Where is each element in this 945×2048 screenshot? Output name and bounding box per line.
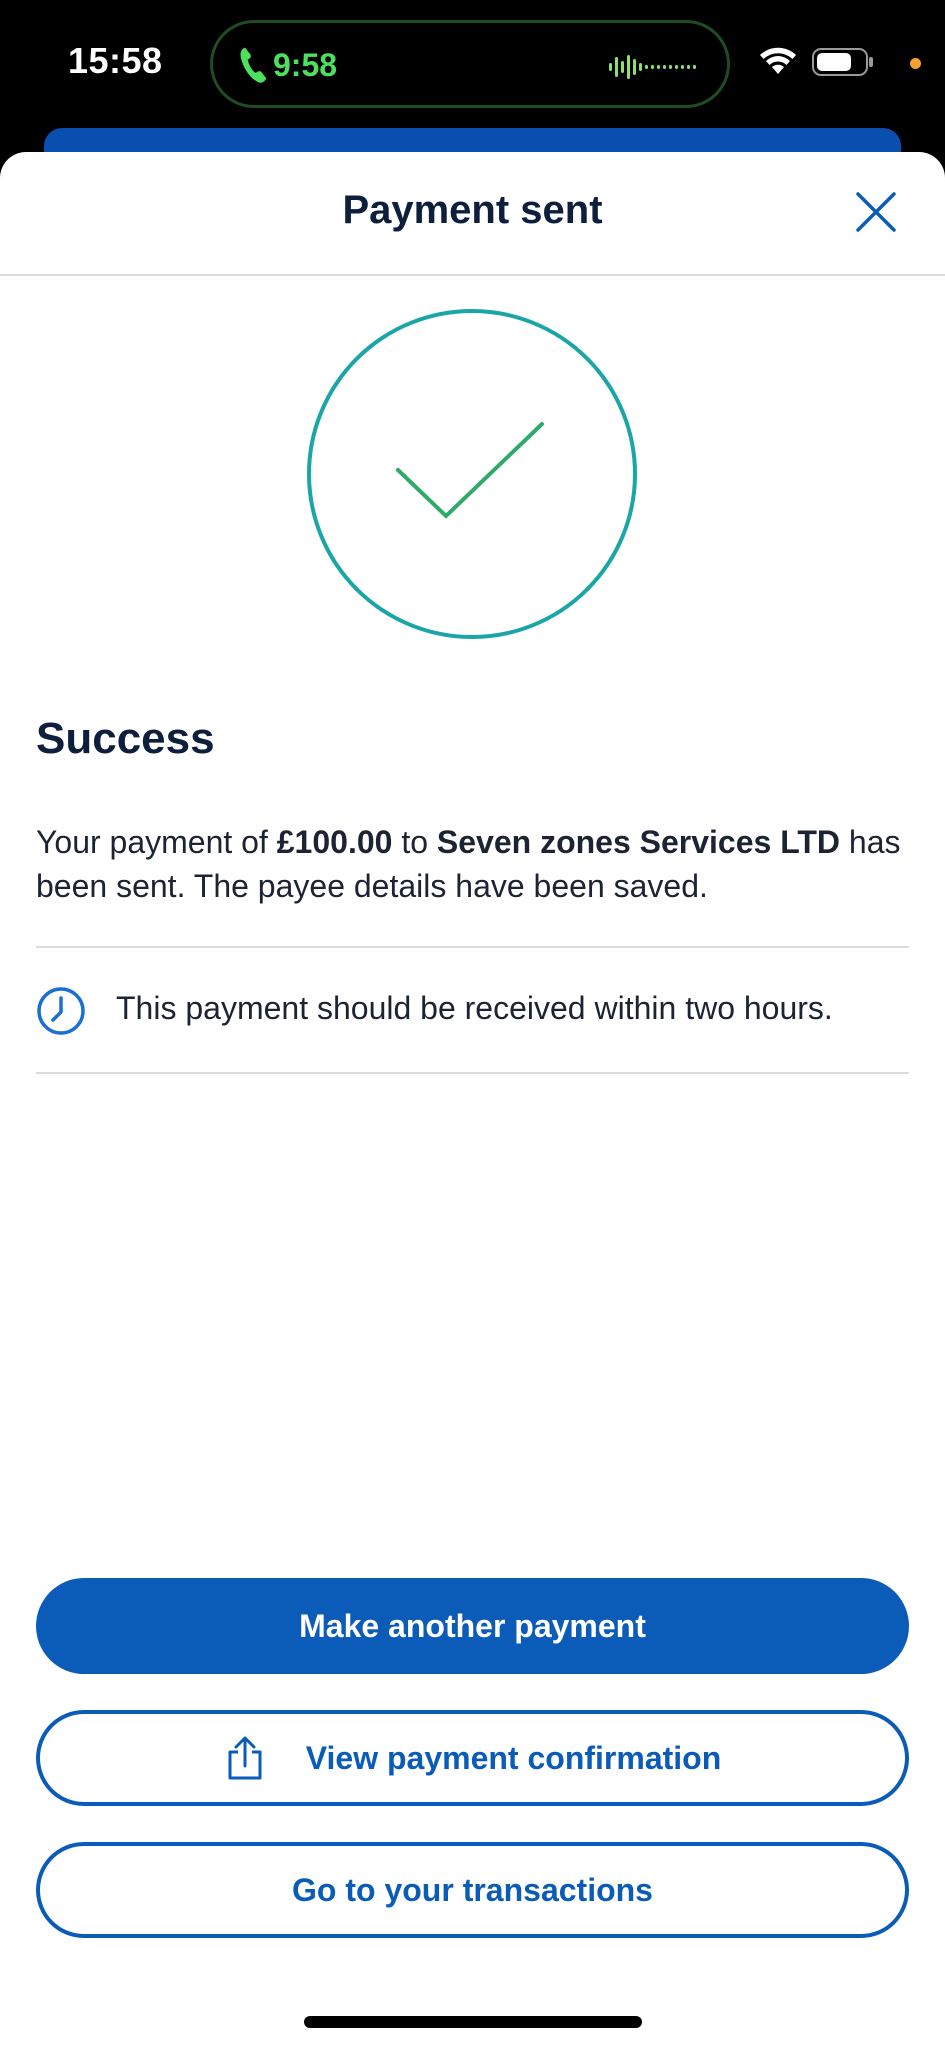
dynamic-island-call[interactable]: 9:58 bbox=[210, 20, 730, 108]
wifi-icon bbox=[760, 47, 796, 74]
payment-amount: £100.00 bbox=[276, 824, 393, 860]
make-another-payment-label: Make another payment bbox=[299, 1607, 646, 1644]
view-payment-confirmation-button[interactable]: View payment confirmation bbox=[36, 1710, 909, 1806]
privacy-indicator-dot bbox=[910, 58, 921, 69]
message-prefix: Your payment of bbox=[36, 824, 277, 860]
success-message: Your payment of £100.00 to Seven zones S… bbox=[36, 820, 916, 908]
payment-sent-sheet: Payment sent Success Your payment of £10… bbox=[0, 152, 945, 2048]
view-payment-confirmation-label: View payment confirmation bbox=[305, 1739, 722, 1776]
close-icon[interactable] bbox=[852, 188, 900, 236]
share-icon bbox=[228, 1736, 262, 1780]
checkmark-icon bbox=[307, 309, 637, 639]
phone-icon bbox=[240, 47, 267, 83]
battery-icon bbox=[812, 48, 873, 76]
home-indicator[interactable] bbox=[304, 2016, 642, 2028]
payee-name: Seven zones Services LTD bbox=[436, 824, 841, 860]
divider bbox=[36, 1072, 909, 1074]
call-duration: 9:58 bbox=[273, 47, 338, 83]
audio-waveform-icon bbox=[609, 55, 696, 79]
sheet-header: Payment sent bbox=[0, 152, 945, 276]
clock-icon bbox=[37, 987, 85, 1035]
success-heading: Success bbox=[36, 714, 215, 763]
make-another-payment-button[interactable]: Make another payment bbox=[36, 1578, 909, 1674]
message-middle: to bbox=[392, 824, 437, 860]
delivery-info-text: This payment should be received within t… bbox=[116, 990, 833, 1026]
sheet-title: Payment sent bbox=[342, 188, 603, 232]
delivery-info-row: This payment should be received within t… bbox=[36, 948, 909, 1072]
go-to-transactions-button[interactable]: Go to your transactions bbox=[36, 1842, 909, 1938]
go-to-transactions-label: Go to your transactions bbox=[292, 1871, 653, 1908]
status-time: 15:58 bbox=[68, 40, 163, 81]
